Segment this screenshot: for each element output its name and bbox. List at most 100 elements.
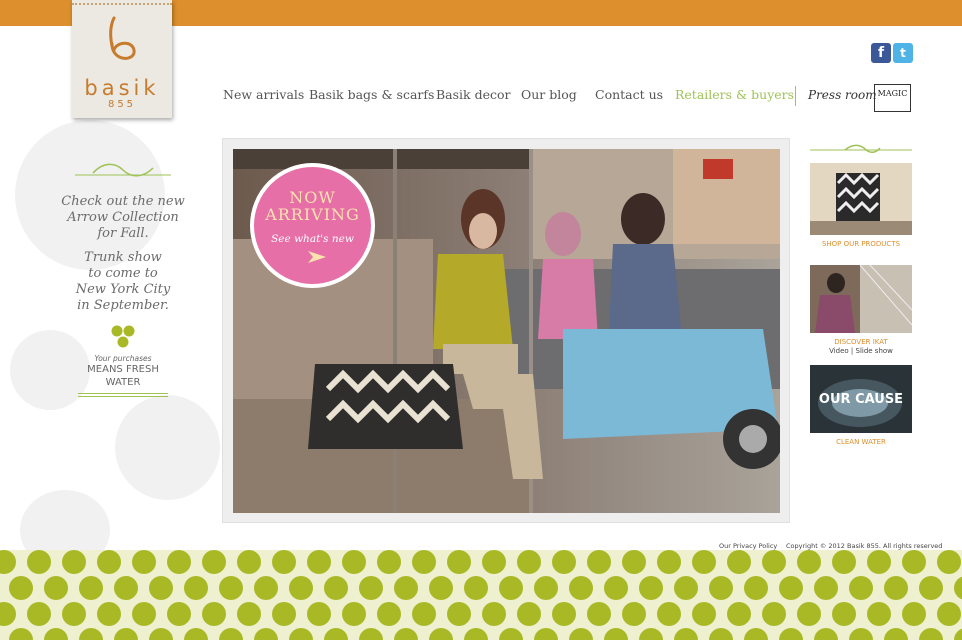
polka-dot [394, 628, 418, 640]
arrow-right-icon [308, 251, 326, 263]
polka-dot [9, 576, 33, 600]
polka-dot [27, 550, 51, 574]
polka-dot [149, 628, 173, 640]
polka-dot [779, 576, 803, 600]
polka-dot [727, 602, 751, 626]
promo-text: Check out the new Arrow Collection for F… [60, 194, 186, 242]
nav-new-arrivals[interactable]: New arrivals [223, 87, 304, 102]
badge-title-line: NOW [289, 188, 336, 207]
polka-dot [674, 628, 698, 640]
polka-dot [359, 576, 383, 600]
polka-dot [622, 602, 646, 626]
polka-dot [149, 576, 173, 600]
polka-dot [62, 550, 86, 574]
polka-dot [412, 550, 436, 574]
polka-dot [709, 628, 733, 640]
polka-dot [184, 628, 208, 640]
magic-logo[interactable]: MAGIC [874, 84, 911, 112]
polka-dot [569, 576, 593, 600]
now-arriving-badge[interactable]: NOW ARRIVING See what's new [250, 163, 375, 288]
weaver-photo [810, 265, 912, 333]
polka-dot-band [0, 550, 962, 640]
nav-blog[interactable]: Our blog [521, 87, 577, 102]
clean-water-caption[interactable]: CLEAN WATER [810, 438, 912, 446]
polka-dot [412, 602, 436, 626]
polka-dot [692, 602, 716, 626]
polka-dot [167, 602, 191, 626]
polka-dot [832, 550, 856, 574]
water-drops-icon [111, 325, 135, 348]
polka-dot [219, 628, 243, 640]
polka-dot [552, 602, 576, 626]
polka-dot [814, 576, 838, 600]
polka-dot [569, 628, 593, 640]
nav-press-room[interactable]: Press room [808, 88, 877, 102]
logo[interactable]: basik 855 [72, 0, 172, 118]
polka-dot [132, 602, 156, 626]
polka-dot [517, 602, 541, 626]
polka-dot [97, 602, 121, 626]
polka-dot [447, 602, 471, 626]
shop-products-caption[interactable]: SHOP OUR PRODUCTS [810, 240, 912, 248]
polka-dot [674, 576, 698, 600]
polka-dot [482, 550, 506, 574]
trunk-line: New York City [75, 282, 171, 297]
means-fresh-water[interactable]: MEANS FRESH WATER [60, 363, 186, 389]
polka-dot [849, 576, 873, 600]
means-line: WATER [105, 377, 141, 388]
polka-dot [307, 550, 331, 574]
polka-dot [62, 602, 86, 626]
polka-dot [394, 576, 418, 600]
polka-dot [272, 602, 296, 626]
polka-dot [884, 576, 908, 600]
clean-water-block[interactable]: OUR CAUSE CLEAN WATER [810, 365, 912, 446]
nav-contact[interactable]: Contact us [595, 87, 663, 102]
bag-photo [810, 163, 912, 235]
twitter-icon[interactable]: t [893, 43, 913, 63]
polka-dot [867, 550, 891, 574]
discover-ikat-thumb[interactable] [810, 265, 912, 333]
polka-dot [919, 576, 943, 600]
polka-dot [744, 576, 768, 600]
swirl-ornament-icon [810, 144, 912, 153]
polka-dot [289, 576, 313, 600]
trunk-line: in September. [77, 298, 169, 313]
nav-retailers[interactable]: Retailers & buyers [675, 87, 794, 102]
polka-dot [937, 550, 961, 574]
polka-dot [604, 576, 628, 600]
nav-bags-scarfs[interactable]: Basik bags & scarfs [309, 87, 434, 102]
logo-stitch [72, 3, 172, 5]
polka-dot [97, 550, 121, 574]
logo-number: 855 [107, 99, 137, 110]
nav-decor[interactable]: Basik decor [436, 87, 511, 102]
polka-dot [604, 628, 628, 640]
our-cause-thumb[interactable]: OUR CAUSE [810, 365, 912, 433]
discover-ikat-block[interactable]: DISCOVER IKAT Video | Slide show [810, 265, 912, 355]
facebook-icon[interactable]: f [871, 43, 891, 63]
badge-link[interactable]: See what's new [254, 233, 371, 245]
polka-dot [902, 602, 926, 626]
polka-dot [114, 628, 138, 640]
badge-title: NOW ARRIVING [254, 189, 371, 223]
our-cause-overlay: OUR CAUSE [818, 392, 904, 407]
discover-ikat-links[interactable]: Video | Slide show [810, 347, 912, 355]
trunk-line: Trunk show [84, 250, 162, 265]
polka-dot [132, 550, 156, 574]
polka-dot [534, 576, 558, 600]
polka-dot [447, 550, 471, 574]
trunk-line: to come to [88, 266, 158, 281]
privacy-policy-link[interactable]: Our Privacy Policy [719, 542, 777, 550]
polka-dot [0, 602, 16, 626]
shop-products-block[interactable]: SHOP OUR PRODUCTS [810, 163, 912, 248]
polka-dot [517, 550, 541, 574]
polka-dot [377, 550, 401, 574]
shop-products-thumb[interactable] [810, 163, 912, 235]
discover-ikat-caption[interactable]: DISCOVER IKAT [810, 338, 912, 346]
copyright-text: Copyright © 2012 Basik 855. All rights r… [786, 542, 943, 550]
polka-dot [44, 628, 68, 640]
polka-dot [79, 576, 103, 600]
polka-dot [429, 576, 453, 600]
logo-b-icon [109, 16, 136, 60]
polka-dot-pattern [0, 550, 962, 640]
promo-line: Arrow Collection [67, 210, 179, 225]
